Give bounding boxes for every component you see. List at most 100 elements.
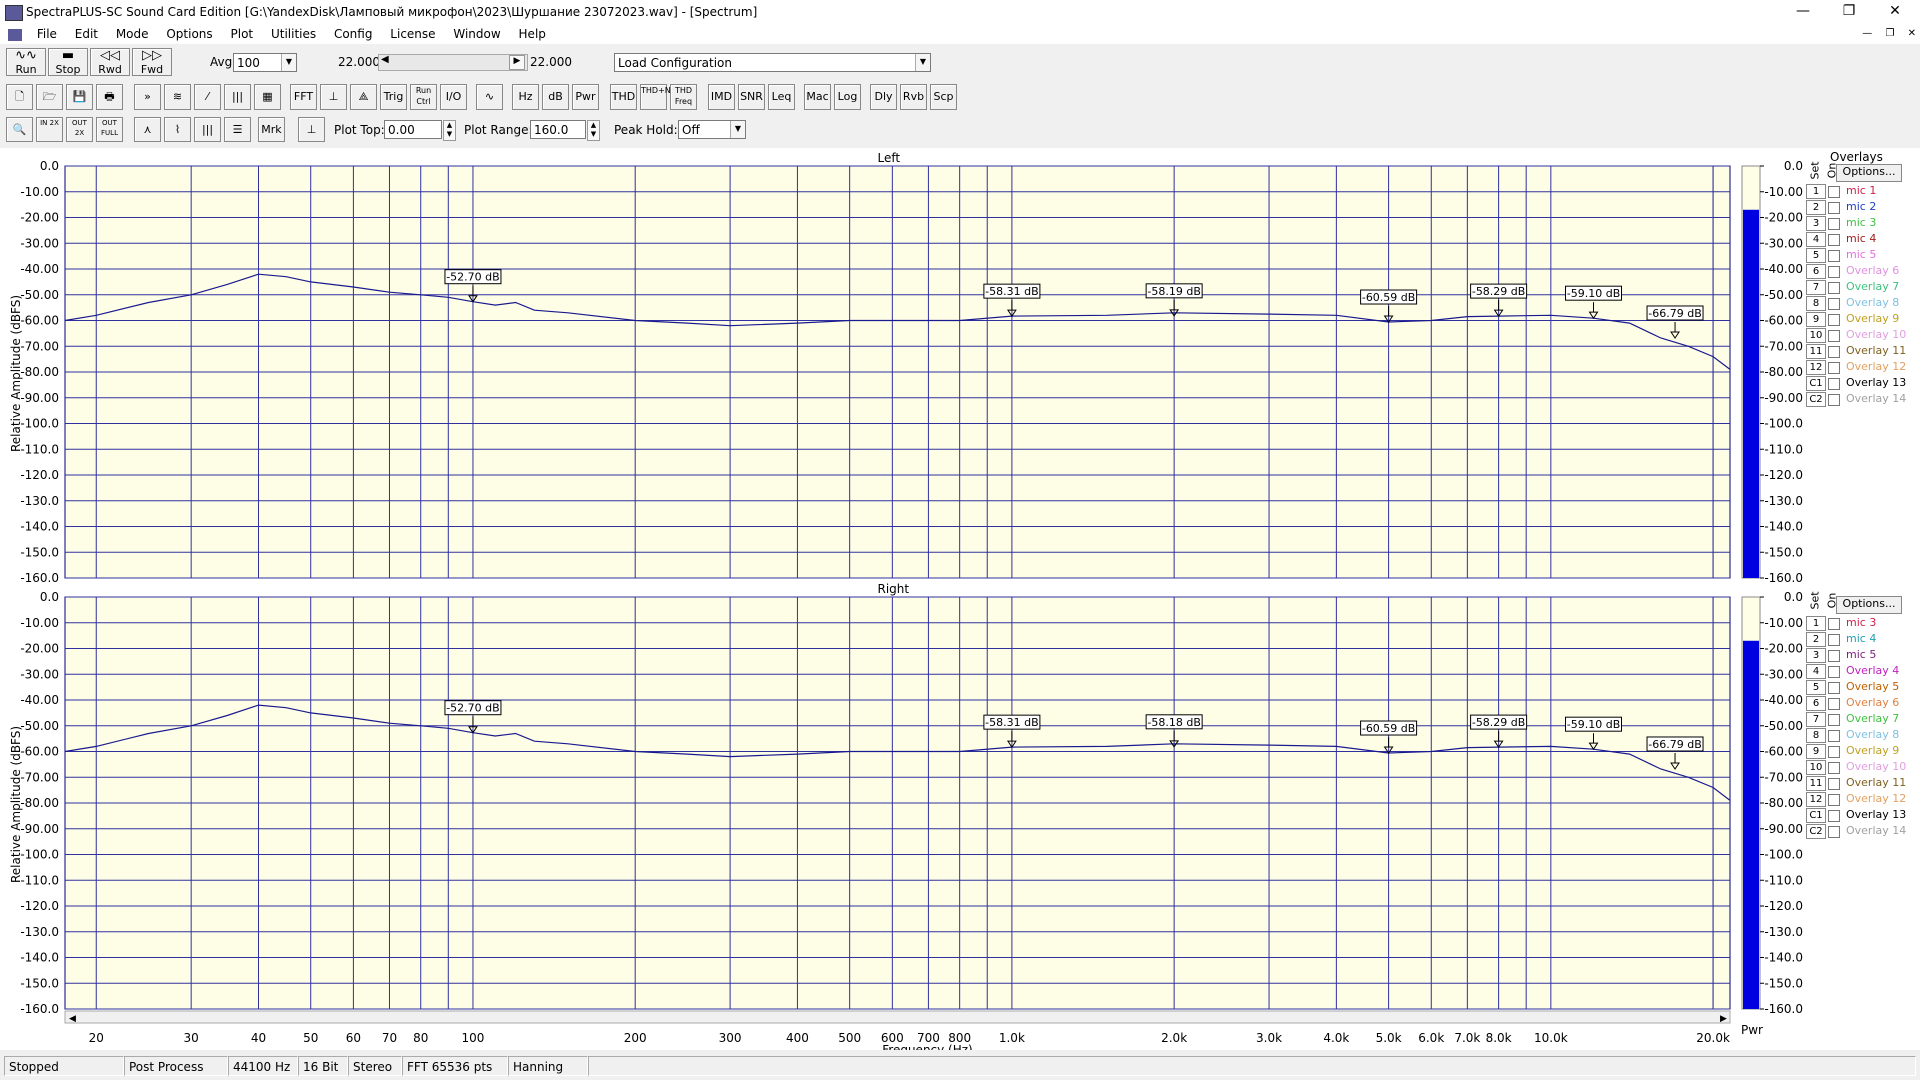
overlay-set-button[interactable]: C2 bbox=[1806, 392, 1826, 407]
open-file-button[interactable]: 🗁 bbox=[36, 84, 63, 110]
overlay-set-button[interactable]: 9 bbox=[1806, 744, 1826, 759]
overlay-checkbox[interactable] bbox=[1828, 330, 1840, 342]
overlay-set-button[interactable]: 2 bbox=[1806, 632, 1826, 647]
overlay-set-button[interactable]: 12 bbox=[1806, 792, 1826, 807]
mdi-close-button[interactable]: ✕ bbox=[1908, 28, 1916, 39]
run-button[interactable]: ∿∿ Run bbox=[6, 48, 46, 76]
view-1-button[interactable]: ⋏ bbox=[134, 117, 161, 142]
stop-button[interactable]: ▬ Stop bbox=[48, 48, 88, 76]
menu-file[interactable]: File bbox=[30, 24, 64, 44]
view-4-button[interactable]: ☰ bbox=[224, 117, 251, 142]
overlay-set-button[interactable]: 5 bbox=[1806, 680, 1826, 695]
overlay-set-button[interactable]: 2 bbox=[1806, 200, 1826, 215]
overlay-checkbox[interactable] bbox=[1828, 298, 1840, 310]
overlay-checkbox[interactable] bbox=[1828, 778, 1840, 790]
zoom-out-full-button[interactable]: OUT FULL bbox=[96, 117, 123, 142]
io-button[interactable]: I/O bbox=[440, 84, 467, 110]
minimize-button[interactable]: — bbox=[1780, 0, 1826, 24]
overlay-checkbox[interactable] bbox=[1828, 730, 1840, 742]
menu-license[interactable]: License bbox=[383, 24, 442, 44]
menu-window[interactable]: Window bbox=[446, 24, 507, 44]
overlay-set-button[interactable]: 3 bbox=[1806, 648, 1826, 663]
scp-button[interactable]: Scp bbox=[930, 84, 957, 110]
menu-mode[interactable]: Mode bbox=[109, 24, 156, 44]
print-button[interactable]: 🖶 bbox=[96, 84, 123, 110]
options-button-left[interactable]: Options... bbox=[1836, 164, 1902, 182]
run-ctrl-button[interactable]: Run Ctrl bbox=[410, 84, 437, 110]
hz-button[interactable]: Hz bbox=[512, 84, 539, 110]
overlay-set-button[interactable]: C1 bbox=[1806, 808, 1826, 823]
overlay-checkbox[interactable] bbox=[1828, 714, 1840, 726]
scroll-right-icon[interactable]: ▶ bbox=[509, 55, 525, 70]
mdi-minimize-button[interactable]: — bbox=[1862, 28, 1872, 39]
menu-plot[interactable]: Plot bbox=[224, 24, 261, 44]
mode-4-button[interactable]: ||| bbox=[224, 84, 251, 110]
wave-button[interactable]: ⟁ bbox=[350, 84, 377, 110]
imd-button[interactable]: IMD bbox=[708, 84, 735, 110]
cursor-button[interactable]: ⊥ bbox=[298, 117, 325, 142]
overlay-checkbox[interactable] bbox=[1828, 762, 1840, 774]
spectrum-plot[interactable]: Left 0.0 -10.00 -20.00 -30.00 -40.00 -50.00 -60… bbox=[0, 148, 1920, 1057]
config-select[interactable]: Load Configuration ▼ bbox=[614, 53, 931, 72]
mode-1-button[interactable]: » bbox=[134, 84, 161, 110]
mac-button[interactable]: Mac bbox=[804, 84, 831, 110]
overlay-checkbox[interactable] bbox=[1828, 378, 1840, 390]
zoom-out-2x-button[interactable]: OUT 2X bbox=[66, 117, 93, 142]
time-scrollbar[interactable]: ◀ ▶ bbox=[378, 54, 528, 71]
menu-utilities[interactable]: Utilities bbox=[264, 24, 323, 44]
trig-button[interactable]: Trig bbox=[380, 84, 407, 110]
overlay-set-button[interactable]: 10 bbox=[1806, 760, 1826, 775]
overlay-set-button[interactable]: C1 bbox=[1806, 376, 1826, 391]
overlay-checkbox[interactable] bbox=[1828, 634, 1840, 646]
snr-button[interactable]: SNR bbox=[738, 84, 765, 110]
overlay-checkbox[interactable] bbox=[1828, 202, 1840, 214]
overlay-checkbox[interactable] bbox=[1828, 698, 1840, 710]
overlay-set-button[interactable]: 5 bbox=[1806, 248, 1826, 263]
overlay-set-button[interactable]: 3 bbox=[1806, 216, 1826, 231]
dly-button[interactable]: Dly bbox=[870, 84, 897, 110]
menu-edit[interactable]: Edit bbox=[68, 24, 105, 44]
mode-2-button[interactable]: ≋ bbox=[164, 84, 191, 110]
overlay-set-button[interactable]: 10 bbox=[1806, 328, 1826, 343]
overlay-set-button[interactable]: 6 bbox=[1806, 696, 1826, 711]
db-button[interactable]: dB bbox=[542, 84, 569, 110]
plot-range-input[interactable]: 160.0 bbox=[530, 120, 586, 139]
overlay-checkbox[interactable] bbox=[1828, 266, 1840, 278]
plot-range-spinner[interactable]: ▲ ▼ bbox=[587, 120, 600, 141]
thd-button[interactable]: THD bbox=[610, 84, 637, 110]
leq-button[interactable]: Leq bbox=[768, 84, 795, 110]
overlay-set-button[interactable]: 8 bbox=[1806, 728, 1826, 743]
scroll-left-icon[interactable]: ◀ bbox=[381, 54, 389, 65]
overlay-set-button[interactable]: 6 bbox=[1806, 264, 1826, 279]
overlay-checkbox[interactable] bbox=[1828, 666, 1840, 678]
overlay-checkbox[interactable] bbox=[1828, 218, 1840, 230]
maximize-button[interactable]: ❐ bbox=[1826, 0, 1872, 24]
overlay-set-button[interactable]: 11 bbox=[1806, 776, 1826, 791]
overlay-set-button[interactable]: 1 bbox=[1806, 616, 1826, 631]
overlay-checkbox[interactable] bbox=[1828, 314, 1840, 326]
zoom-button[interactable]: 🔍 bbox=[6, 117, 33, 142]
overlay-checkbox[interactable] bbox=[1828, 650, 1840, 662]
overlay-checkbox[interactable] bbox=[1828, 234, 1840, 246]
view-3-button[interactable]: ||| bbox=[194, 117, 221, 142]
overlay-set-button[interactable]: 11 bbox=[1806, 344, 1826, 359]
overlay-checkbox[interactable] bbox=[1828, 618, 1840, 630]
generator-button[interactable]: ∿ bbox=[476, 84, 503, 110]
pwr-button[interactable]: Pwr bbox=[572, 84, 599, 110]
forward-button[interactable]: ▷▷ Fwd bbox=[132, 48, 172, 76]
overlay-checkbox[interactable] bbox=[1828, 186, 1840, 198]
overlay-checkbox[interactable] bbox=[1828, 746, 1840, 758]
menu-options[interactable]: Options bbox=[159, 24, 219, 44]
plot-top-spinner[interactable]: ▲ ▼ bbox=[443, 120, 456, 141]
save-file-button[interactable]: 💾 bbox=[66, 84, 93, 110]
overlay-set-button[interactable]: 4 bbox=[1806, 664, 1826, 679]
overlay-checkbox[interactable] bbox=[1828, 362, 1840, 374]
overlay-set-button[interactable]: 7 bbox=[1806, 712, 1826, 727]
mdi-restore-button[interactable]: ❐ bbox=[1885, 28, 1894, 39]
new-file-button[interactable]: 🗋 bbox=[6, 84, 33, 110]
log-button[interactable]: Log bbox=[834, 84, 861, 110]
thd-n-button[interactable]: THD+N bbox=[640, 84, 671, 110]
mode-5-button[interactable]: ▦ bbox=[254, 84, 281, 110]
axis-button[interactable]: ⊥ bbox=[320, 84, 347, 110]
document-icon[interactable] bbox=[8, 28, 22, 41]
